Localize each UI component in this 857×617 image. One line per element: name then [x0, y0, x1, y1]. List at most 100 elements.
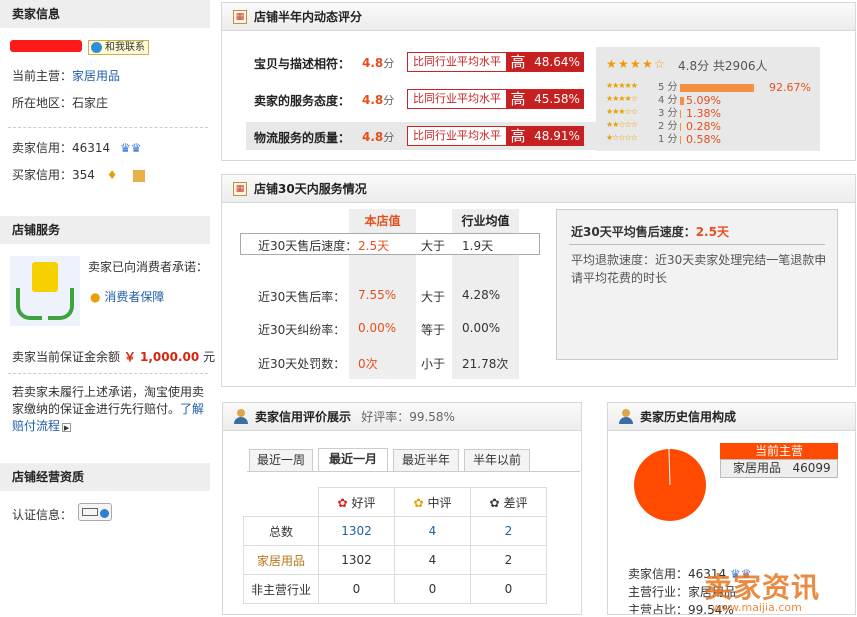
service-30d-header: ▦ 店铺30天内服务情况 [222, 175, 855, 203]
watermark-url: www.maijia.com [712, 601, 802, 614]
diamond-icon[interactable]: ♦ [107, 168, 118, 182]
compare-badge-service[interactable]: 比同行业平均水平高 45.58% [407, 89, 584, 109]
summary-count: 共2906人 [712, 59, 768, 73]
legend-name: 家居用品 [733, 461, 782, 475]
consumer-guarantee-logo [10, 256, 80, 326]
calendar-icon: ▦ [233, 182, 247, 196]
count-bad[interactable]: 2 [470, 516, 547, 546]
speed-detail-box: 近30天平均售后速度：2.5天 平均退款速度：近30天卖家处理完结一笔退款申请平… [556, 209, 838, 360]
service-industry-value: 21.78次 [462, 357, 509, 371]
service-row-label: 近30天纠纷率： [258, 323, 346, 337]
history-share-label: 主营占比： [628, 603, 689, 615]
region-label: 所在地区： [12, 96, 73, 110]
col-good: ✿ 好评 [318, 487, 395, 517]
user-icon [619, 409, 633, 424]
distribution-row: ★★★★☆ 4 分 5.09% [596, 94, 820, 107]
score-unit: 分 [383, 94, 395, 107]
count-bad: 0 [470, 574, 547, 604]
compare-badge-description[interactable]: 比同行业平均水平高 48.64% [407, 52, 584, 72]
higher-tag: 高 [506, 90, 530, 108]
score-value: 4.8 [362, 130, 384, 144]
watermark-text: 卖家资讯 [704, 571, 821, 604]
service-shop-value: 2.5天 [358, 239, 390, 253]
service-30d-panel: ▦ 店铺30天内服务情况 本店值 行业均值 近30天售后速度： 2.5天 大于 1.9天… [221, 174, 856, 387]
consumer-guarantee-link[interactable]: 消费者保障 [104, 290, 164, 304]
divider [569, 244, 825, 245]
distribution-pct: 0.58% [686, 133, 721, 146]
crown-icon[interactable]: ♛♛ [120, 141, 142, 155]
row-label: 总数 [243, 516, 319, 546]
service-industry-value: 1.9天 [462, 239, 494, 253]
deposit-row: 卖家当前保证金余额 ￥ 1,000.00 元 [12, 348, 215, 365]
service-30d-title: 店铺30天内服务情况 [254, 182, 367, 196]
col-neutral: ✿ 中评 [394, 487, 471, 517]
cert-badge-icon[interactable] [78, 503, 112, 521]
badge-icon[interactable] [133, 169, 146, 182]
tab-last-half-year[interactable]: 最近半年 [393, 449, 459, 471]
distribution-label: 4 分 [658, 95, 678, 106]
history-industry-label: 主营行业： [628, 585, 689, 599]
user-icon [234, 409, 248, 424]
divider [8, 127, 208, 128]
service-compare: 大于 [421, 290, 446, 304]
summary-text: 4.8分 共2906人 [678, 57, 767, 74]
distribution-bar [680, 84, 754, 92]
main-business-link[interactable]: 家居用品 [72, 69, 120, 83]
tab-baseline [247, 471, 580, 472]
arrow-right-icon[interactable]: ▶ [62, 423, 72, 432]
score-value: 4.8 [362, 93, 384, 107]
rating-label-logistics: 物流服务的质量： [254, 131, 351, 145]
good-rate: 好评率：99.58% [361, 410, 455, 424]
credit-pie-chart [634, 449, 706, 521]
count-good[interactable]: 1302 [318, 516, 395, 546]
count-neutral[interactable]: 4 [394, 516, 471, 546]
compare-label: 比同行业平均水平 [413, 129, 501, 142]
calendar-icon: ▦ [233, 10, 247, 24]
review-table-header: ✿ 好评 ✿ 中评 ✿ 差评 [244, 487, 547, 517]
score-unit: 分 [383, 57, 395, 70]
mini-stars-icon: ★★★★☆ [606, 94, 638, 103]
tab-last-month[interactable]: 最近一月 [318, 448, 388, 471]
distribution-bar [680, 110, 681, 118]
region-value: 石家庄 [72, 96, 109, 110]
compare-badge-logistics[interactable]: 比同行业平均水平高 48.91% [407, 126, 584, 146]
shop-value-header: 本店值 [364, 214, 401, 228]
distribution-pct: 5.09% [686, 94, 721, 107]
hand-right-icon [48, 288, 74, 320]
row-label: 非主营行业 [243, 574, 319, 604]
table-row: 总数 1302 4 2 [243, 516, 547, 546]
service-industry-value: 0.00% [462, 321, 501, 335]
service-shop-value: 0.00% [358, 321, 397, 335]
bad-review-icon: ✿ [489, 495, 500, 510]
summary-score: 4.8分 [678, 59, 710, 73]
count-good: 1302 [318, 545, 395, 575]
mini-stars-icon: ★★★☆☆ [606, 107, 638, 116]
buyer-credit-value: 354 [72, 168, 95, 182]
distribution-pct: 0.28% [686, 120, 721, 133]
service-compare: 等于 [421, 323, 446, 337]
higher-tag: 高 [506, 127, 530, 145]
credit-history-header: 卖家历史信用构成 [608, 403, 855, 431]
service-row-label: 近30天售后率： [258, 290, 346, 304]
tab-last-week[interactable]: 最近一周 [249, 449, 313, 471]
table-row: 非主营行业 0 0 0 [243, 574, 547, 604]
legend-item: 家居用品 46099 [720, 459, 838, 478]
compare-pct: 45.58% [530, 90, 584, 108]
promise-text: 卖家已向消费者承诺： [88, 260, 209, 274]
service-row-label: 近30天售后速度： [258, 239, 358, 253]
history-credit-label: 卖家信用： [628, 567, 689, 581]
contact-seller-button[interactable]: 和我联系 [88, 40, 149, 55]
good-review-icon: ✿ [337, 495, 348, 510]
detail-value: 2.5天 [695, 225, 729, 239]
col-bad: ✿ 差评 [470, 487, 547, 517]
tab-before-half-year[interactable]: 半年以前 [464, 449, 530, 471]
main-business-row: 当前主营：家居用品 [12, 67, 120, 84]
count-neutral: 4 [394, 545, 471, 575]
watermark-logo: 卖家资讯 [704, 566, 820, 606]
card-icon [82, 508, 98, 516]
distribution-bar [680, 123, 681, 131]
seal-icon [100, 509, 109, 518]
deposit-label: 卖家当前保证金余额 [12, 350, 121, 364]
score-value: 4.8 [362, 56, 384, 70]
distribution-row: ★★★☆☆ 3 分 1.38% [596, 107, 820, 120]
